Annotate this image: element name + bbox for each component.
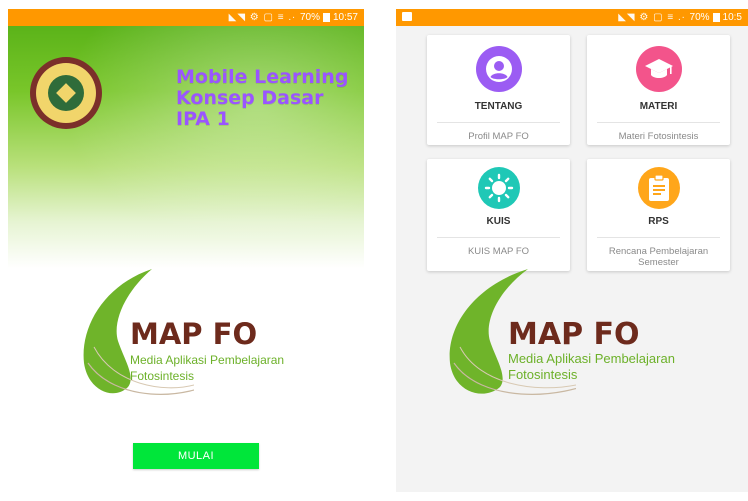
- menu-card-description: Rencana Pembelajaran Semester: [608, 246, 709, 268]
- divider: [437, 122, 560, 123]
- logo-subtitle-line-2: Fotosintesis: [508, 367, 578, 382]
- battery-level: 70%: [689, 12, 710, 23]
- status-time: 10:57: [332, 12, 358, 23]
- status-bar: ◣◥ ⚙ ▢ ≡ .∙ 70% 10:57: [8, 9, 364, 26]
- user-icon: [475, 46, 522, 92]
- menu-card-label: KUIS: [486, 216, 511, 227]
- status-time: 10:5: [722, 12, 742, 23]
- battery-level: 70%: [299, 12, 320, 23]
- map-fo-logo: MAP FO Media Aplikasi Pembelajaran Fotos…: [74, 267, 334, 407]
- divider: [597, 237, 720, 238]
- start-button[interactable]: MULAI: [133, 443, 259, 469]
- app-title-line-1: Mobile Learning: [176, 66, 349, 88]
- logo-subtitle-line-2: Fotosintesis: [130, 369, 195, 383]
- menu-card-label: TENTANG: [474, 101, 523, 112]
- menu-card-materi[interactable]: MATERI Materi Fotosintesis: [587, 35, 730, 145]
- clipboard-icon: [637, 167, 680, 209]
- app-title-line-3: IPA 1: [176, 108, 230, 130]
- menu-card-description: Profil MAP FO: [468, 131, 529, 142]
- logo-title: MAP FO: [130, 317, 258, 351]
- menu-card-description: Materi Fotosintesis: [618, 131, 699, 142]
- gallery-notification-icon: [402, 12, 412, 21]
- menu-card-label: MATERI: [639, 101, 678, 112]
- logo-subtitle-line-1: Media Aplikasi Pembelajaran: [508, 351, 675, 366]
- main-menu-screen: ◣◥ ⚙ ▢ ≡ .∙ 70% 10:5 TENTANG Profil MAP …: [396, 9, 748, 492]
- status-bar: ◣◥ ⚙ ▢ ≡ .∙ 70% 10:5: [396, 9, 748, 26]
- divider: [597, 122, 720, 123]
- status-icons: ◣◥ ⚙ ▢ ≡ .∙: [228, 12, 296, 23]
- menu-card-tentang[interactable]: TENTANG Profil MAP FO: [427, 35, 570, 145]
- graduation-cap-icon: [635, 46, 682, 92]
- menu-card-description: KUIS MAP FO: [467, 246, 530, 257]
- menu-card-label: RPS: [648, 216, 669, 227]
- map-fo-logo: MAP FO Media Aplikasi Pembelajaran Fotos…: [436, 267, 736, 407]
- splash-screen: ◣◥ ⚙ ▢ ≡ .∙ 70% 10:57 Mobile Learning Ko…: [8, 9, 364, 492]
- battery-icon: [712, 13, 720, 22]
- university-seal-logo: [30, 57, 102, 129]
- sun-icon: [477, 167, 520, 209]
- menu-card-kuis[interactable]: KUIS KUIS MAP FO: [427, 159, 570, 271]
- menu-card-rps[interactable]: RPS Rencana Pembelajaran Semester: [587, 159, 730, 271]
- app-title-line-2: Konsep Dasar: [176, 87, 324, 109]
- status-icons: ◣◥ ⚙ ▢ ≡ .∙: [618, 12, 686, 23]
- app-title: Mobile Learning Konsep Dasar IPA 1: [176, 67, 364, 130]
- battery-icon: [322, 13, 330, 22]
- logo-title: MAP FO: [508, 317, 640, 352]
- logo-subtitle-line-1: Media Aplikasi Pembelajaran: [130, 353, 285, 367]
- divider: [437, 237, 560, 238]
